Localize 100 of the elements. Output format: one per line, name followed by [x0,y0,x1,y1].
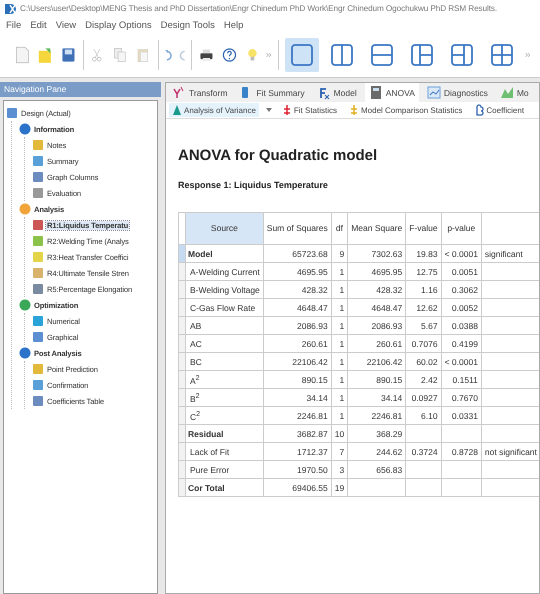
row-header[interactable] [178,424,186,442]
pane-title: Navigation Pane [0,82,161,97]
report-tab[interactable]: Fit Summary [235,83,309,102]
menu-item[interactable]: View [56,20,76,30]
plus-minus-icon [282,104,292,116]
app-logo-icon [4,2,16,14]
menu-item[interactable]: Edit [30,20,47,30]
report-tab[interactable]: ANOVA [364,83,419,102]
source-cell: AC [186,334,264,352]
table-cell: 890.15 [348,370,406,388]
table-cell: 368.29 [348,424,406,442]
tree-node-icon [19,347,31,359]
source-cell: C-Gas Flow Rate [186,298,264,316]
table-cell: 260.61 [263,334,332,352]
column-header: p-value [441,212,482,244]
subtab[interactable]: Model Comparison Statistics [346,103,466,117]
table-cell: 244.62 [348,442,406,460]
table-cell: 0.0927 [406,388,442,406]
report-tab[interactable]: Model [312,83,361,102]
row-header[interactable] [178,388,186,406]
table-cell: 34.14 [348,388,406,406]
menu-item[interactable]: File [6,20,22,30]
row-header[interactable] [178,406,186,424]
menu-item[interactable]: Help [224,20,244,30]
row-header[interactable] [178,298,186,316]
row-header[interactable] [178,244,186,262]
row-header[interactable] [178,262,186,280]
layout-button[interactable] [284,38,319,72]
row-header[interactable] [178,352,186,370]
report-tab[interactable]: Diagnostics [422,83,492,102]
table-cell: 10 [331,424,348,442]
table-cell: 5.67 [406,316,442,334]
table-cell: 0.0052 [441,298,482,316]
table-cell: 1970.50 [263,460,332,478]
menu-item[interactable]: Design Tools [160,20,215,30]
table-cell: 65723.68 [263,244,332,262]
table-cell: 1 [331,262,348,280]
tree-node-icon [32,331,44,343]
table-cell: 2246.81 [263,406,332,424]
column-header: Source [186,212,264,244]
table-cell: 22106.42 [348,352,406,370]
column-header: df [331,212,348,244]
column-header: F-value [406,212,442,244]
source-cell: B-Welding Voltage [186,280,264,298]
row-header[interactable] [178,442,186,460]
table-cell: 428.32 [263,280,332,298]
tree-node-icon [32,219,44,231]
row-header[interactable] [178,334,186,352]
subtab[interactable]: Coefficient [471,103,528,117]
table-cell: 0.8728 [441,442,482,460]
menu-item[interactable]: Display Options [85,20,152,30]
row-header[interactable] [178,316,186,334]
report-tab[interactable]: Mo [496,83,533,102]
table-cell: 1 [331,280,348,298]
source-cell: AB [186,316,264,334]
window-title: C:\Users\user\Desktop\MENG Thesis and PhD Dissertation\Engr Chinedum PhD Work\Engr Chinedum Ogochukwu PhD RSM Results. [20,4,498,13]
tree-node-icon [19,299,31,311]
table-cell: 0.0331 [441,406,482,424]
table-cell: 34.14 [263,388,332,406]
report-tab[interactable]: Transform [168,83,232,102]
table-cell: 1 [331,334,348,352]
source-cell: Pure Error [186,460,264,478]
table-cell: < 0.0001 [441,244,482,262]
row-header[interactable] [178,478,186,496]
table-cell: 2.42 [406,370,442,388]
source-cell: A-Welding Current [186,262,264,280]
table-cell: 0.0388 [441,316,482,334]
table-cell: 4695.95 [263,262,332,280]
tree-node-icon [32,171,44,183]
response-title: Response 1: Liquidus Temperature [178,180,329,190]
table-cell: 3 [331,460,348,478]
table-cell: 1 [331,352,348,370]
source-cell: Model [186,244,264,262]
table-cell: 12.75 [406,262,442,280]
calculator-icon [368,85,383,100]
table-cell: 0.3062 [441,280,482,298]
tree-node-icon [32,267,44,279]
superscript-icon [172,85,186,100]
tree-node-icon [32,395,44,407]
tree-node-icon [19,203,31,215]
source-cell: Cor Total [186,478,264,496]
table-cell: 0.7076 [406,334,442,352]
table-cell: 7 [331,442,348,460]
row-header[interactable] [178,370,186,388]
subtab[interactable]: Fit Statistics [278,103,340,117]
table-cell: 0.1511 [441,370,482,388]
row-header[interactable] [178,460,186,478]
subtab[interactable]: Analysis of Variance [169,103,259,117]
table-cell: 260.61 [348,334,406,352]
tree-node-icon [32,379,44,391]
table-cell: 0.0051 [441,262,482,280]
table-cell: 428.32 [348,280,406,298]
table-cell: 0.4199 [441,334,482,352]
tree-node-icon [32,155,44,167]
table-cell: 4648.47 [263,298,332,316]
table-cell: 656.83 [348,460,406,478]
plus-minus-icon [349,104,360,116]
source-cell: B$^{2}$ [186,388,264,406]
row-header[interactable] [178,280,186,298]
table-cell: 4695.95 [348,262,406,280]
